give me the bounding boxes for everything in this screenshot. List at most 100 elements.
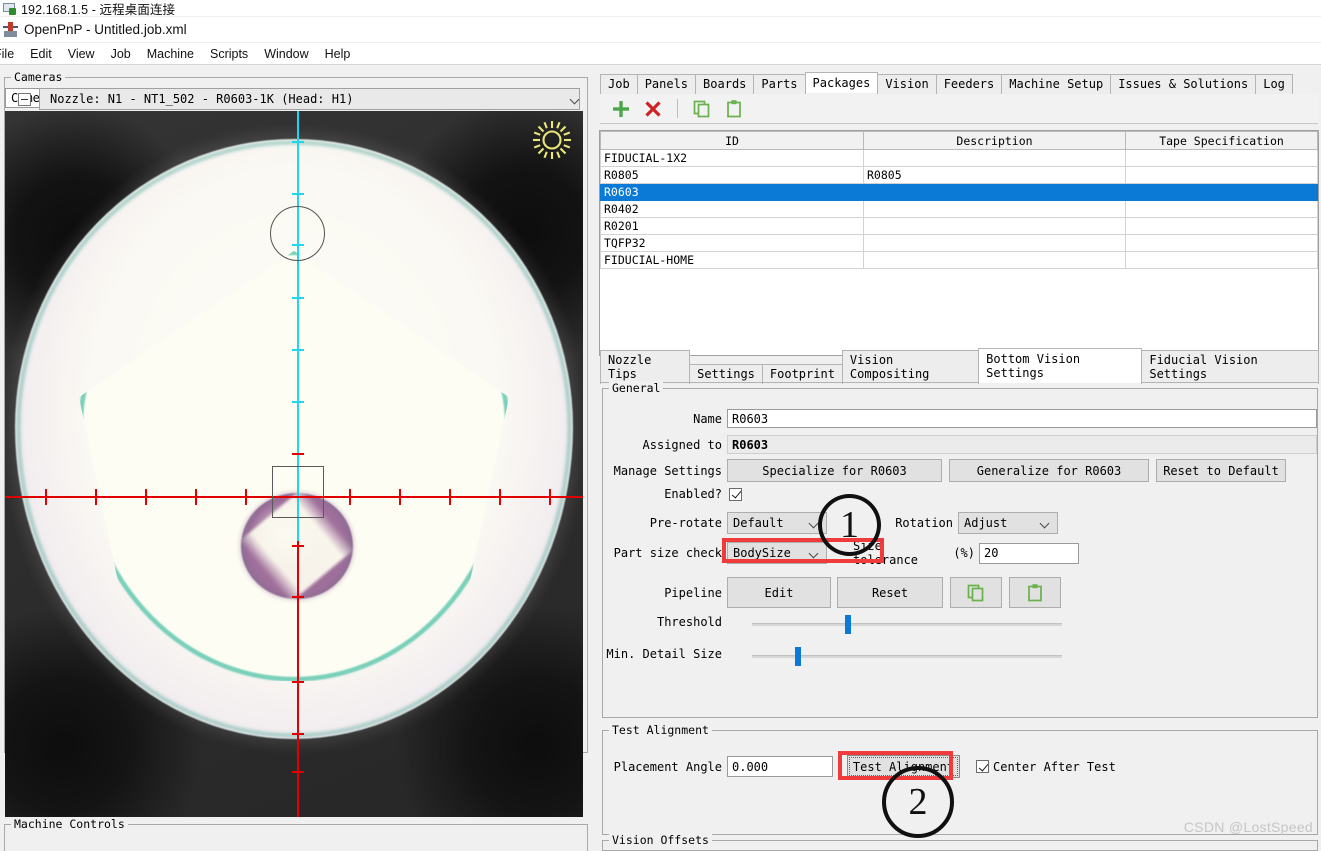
crosshair-tick-h bbox=[449, 489, 451, 505]
app-titlebar: OpenPnP - Untitled.job.xml bbox=[0, 17, 1321, 42]
pipeline-reset-button[interactable]: Reset bbox=[837, 577, 943, 608]
assigned-to-value-box: R0603 bbox=[727, 435, 1317, 454]
name-field[interactable]: R0603 bbox=[727, 409, 1317, 428]
subtab-nozzle-tips[interactable]: Nozzle Tips bbox=[600, 350, 691, 384]
machine-controls-group: Machine Controls bbox=[4, 817, 588, 851]
pipeline-copy-button[interactable] bbox=[950, 577, 1002, 608]
pipeline-edit-button[interactable]: Edit bbox=[727, 577, 831, 608]
crosshair-tick-v bbox=[292, 401, 304, 403]
subtab-fiducial-vision-settings[interactable]: Fiducial Vision Settings bbox=[1141, 350, 1319, 384]
menu-machine[interactable]: Machine bbox=[139, 45, 202, 63]
subtab-settings[interactable]: Settings bbox=[689, 364, 763, 384]
tab-job[interactable]: Job bbox=[600, 74, 638, 94]
menu-scripts[interactable]: Scripts bbox=[202, 45, 256, 63]
cell-id: R0603 bbox=[600, 183, 864, 201]
crosshair-tick-h bbox=[549, 489, 551, 505]
reset-to-default-button[interactable]: Reset to Default bbox=[1156, 459, 1286, 482]
generalize-button[interactable]: Generalize for R0603 bbox=[949, 459, 1149, 482]
threshold-slider[interactable] bbox=[752, 614, 1062, 634]
table-row[interactable]: FIDUCIAL-1X2 bbox=[600, 149, 1318, 167]
column-header-tape[interactable]: Tape Specification bbox=[1125, 131, 1318, 150]
menu-file[interactable]: File bbox=[0, 45, 22, 63]
camera-view[interactable] bbox=[5, 111, 583, 817]
subtab-footprint[interactable]: Footprint bbox=[761, 364, 843, 384]
subtab-bottom-vision-settings[interactable]: Bottom Vision Settings bbox=[978, 348, 1143, 383]
main-tabbar: Job Panels Boards Parts Packages Vision … bbox=[600, 72, 1318, 94]
threshold-label: Threshold bbox=[656, 615, 722, 629]
cell-desc bbox=[863, 217, 1126, 235]
cell-desc bbox=[863, 251, 1126, 269]
threshold-slider-knob[interactable] bbox=[845, 615, 851, 634]
crosshair-tick-v bbox=[292, 545, 304, 547]
cell-id: FIDUCIAL-1X2 bbox=[600, 149, 864, 167]
subtab-vision-compositing[interactable]: Vision Compositing bbox=[841, 350, 980, 384]
prerotate-label: Pre-rotate bbox=[649, 516, 722, 530]
cell-id: R0402 bbox=[600, 200, 864, 218]
part-size-check-dropdown[interactable]: BodySize bbox=[727, 542, 827, 564]
prerotate-dropdown[interactable]: Default bbox=[727, 512, 827, 534]
menu-edit[interactable]: Edit bbox=[22, 45, 60, 63]
tab-boards[interactable]: Boards bbox=[695, 74, 755, 94]
table-row[interactable]: TQFP32 bbox=[600, 234, 1318, 252]
menu-view[interactable]: View bbox=[60, 45, 103, 63]
add-package-button[interactable] bbox=[610, 98, 632, 120]
specialize-button[interactable]: Specialize for R0603 bbox=[727, 459, 942, 482]
table-row[interactable]: FIDUCIAL-HOME bbox=[600, 251, 1318, 269]
crosshair-tick-h bbox=[95, 489, 97, 505]
min-detail-slider-knob[interactable] bbox=[795, 647, 802, 666]
tab-packages[interactable]: Packages bbox=[804, 72, 879, 93]
tab-log[interactable]: Log bbox=[1255, 74, 1293, 94]
crosshair-tick-v bbox=[292, 596, 304, 598]
pipeline-paste-button[interactable] bbox=[1009, 577, 1061, 608]
placement-angle-field[interactable]: 0.000 bbox=[727, 756, 833, 777]
menu-job[interactable]: Job bbox=[103, 45, 139, 63]
table-row[interactable]: R0805 R0805 bbox=[600, 166, 1318, 184]
packages-table[interactable]: ID Description Tape Specification FIDUCI… bbox=[599, 130, 1319, 356]
manage-settings-label: Manage Settings bbox=[613, 463, 722, 478]
delete-package-button[interactable] bbox=[642, 98, 664, 120]
collapse-icon[interactable] bbox=[18, 92, 31, 106]
size-tolerance-field[interactable]: 20 bbox=[979, 542, 1079, 564]
min-detail-slider[interactable] bbox=[752, 646, 1062, 666]
test-alignment-button[interactable]: Test Alignment bbox=[847, 755, 960, 778]
remote-desktop-title: 192.168.1.5 - 远程桌面连接 bbox=[21, 2, 176, 17]
tab-issues-solutions[interactable]: Issues & Solutions bbox=[1110, 74, 1257, 94]
column-header-id[interactable]: ID bbox=[600, 131, 864, 150]
selection-rect-overlay bbox=[272, 466, 324, 518]
sun-icon[interactable] bbox=[531, 119, 573, 161]
tab-feeders[interactable]: Feeders bbox=[935, 74, 1003, 94]
column-header-description[interactable]: Description bbox=[863, 131, 1126, 150]
center-after-test-checkbox[interactable] bbox=[976, 760, 989, 773]
tab-parts[interactable]: Parts bbox=[753, 74, 806, 94]
min-detail-label: Min. Detail Size bbox=[606, 647, 722, 661]
menu-window[interactable]: Window bbox=[256, 45, 316, 63]
enabled-row: Enabled? bbox=[602, 487, 1318, 501]
crosshair-vertical-red bbox=[297, 541, 299, 817]
copy-icon bbox=[967, 584, 984, 601]
rotation-dropdown[interactable]: Adjust bbox=[958, 512, 1058, 534]
enabled-checkbox[interactable] bbox=[729, 487, 742, 501]
table-row[interactable]: R0201 bbox=[600, 217, 1318, 235]
tab-vision[interactable]: Vision bbox=[877, 74, 937, 94]
nozzle-select[interactable]: Nozzle: N1 - NT1_502 - R0603-1K (Head: H… bbox=[39, 88, 580, 110]
paste-icon bbox=[1028, 583, 1042, 601]
part-size-check-row: Part size check BodySize Size tolerance … bbox=[602, 539, 1318, 567]
tab-machine-setup[interactable]: Machine Setup bbox=[1001, 74, 1112, 94]
pipeline-label: Pipeline bbox=[664, 585, 722, 600]
tab-panels[interactable]: Panels bbox=[636, 74, 697, 94]
paste-package-button[interactable] bbox=[723, 98, 745, 120]
crosshair-tick-v bbox=[292, 141, 304, 143]
menu-help[interactable]: Help bbox=[317, 45, 359, 63]
cell-tape bbox=[1125, 149, 1318, 167]
vision-offsets-legend: Vision Offsets bbox=[609, 833, 712, 847]
crosshair-tick-v bbox=[292, 297, 304, 299]
copy-package-button[interactable] bbox=[691, 98, 713, 120]
chevron-down-icon bbox=[1041, 519, 1050, 528]
crosshair-tick-h bbox=[45, 489, 47, 505]
table-row[interactable]: R0603 bbox=[600, 183, 1318, 201]
test-alignment-group: Test Alignment bbox=[602, 723, 1318, 835]
left-pane: Cameras Camera: Bottom bbox=[0, 68, 592, 851]
size-tolerance-label: Size tolerance bbox=[853, 539, 919, 567]
placement-angle-value: 0.000 bbox=[732, 759, 769, 774]
table-row[interactable]: R0402 bbox=[600, 200, 1318, 218]
